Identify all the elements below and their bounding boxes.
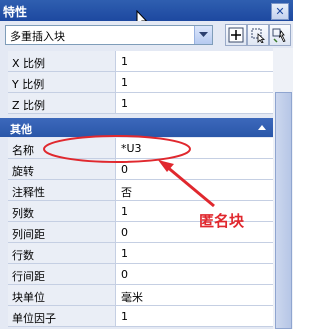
property-row-row-spacing[interactable]: 行间距 0 bbox=[8, 264, 273, 285]
property-row-y-scale[interactable]: Y 比例 1 bbox=[8, 72, 273, 93]
property-label: 列间距 bbox=[8, 222, 116, 243]
property-value[interactable]: *U3 bbox=[116, 138, 273, 159]
property-label: 注释性 bbox=[8, 180, 116, 201]
property-value[interactable]: 1 bbox=[116, 243, 273, 264]
property-label: 列数 bbox=[8, 201, 116, 222]
vertical-scrollbar[interactable] bbox=[273, 48, 293, 329]
property-row-z-scale[interactable]: Z 比例 1 bbox=[8, 93, 273, 114]
property-row-rows[interactable]: 行数 1 bbox=[8, 243, 273, 264]
property-value[interactable]: 1 bbox=[116, 72, 273, 93]
close-button[interactable]: ✕ bbox=[271, 3, 289, 20]
property-value[interactable]: 1 bbox=[116, 306, 273, 327]
property-row-unit-factor[interactable]: 单位因子 1 bbox=[8, 306, 273, 327]
property-value[interactable]: 1 bbox=[116, 93, 273, 114]
property-value[interactable]: 0 bbox=[116, 159, 273, 180]
quick-select-icon bbox=[272, 28, 286, 43]
property-value[interactable]: 0 bbox=[116, 264, 273, 285]
quick-select-button[interactable] bbox=[269, 24, 291, 46]
toggle-pickadd-icon bbox=[228, 27, 244, 43]
property-value[interactable]: 1 bbox=[116, 51, 273, 72]
select-objects-button[interactable] bbox=[247, 24, 269, 46]
property-label: 单位因子 bbox=[8, 306, 116, 327]
property-label: X 比例 bbox=[8, 51, 116, 72]
chevron-up-icon[interactable] bbox=[258, 125, 266, 130]
property-row-rotation[interactable]: 旋转 0 bbox=[8, 159, 273, 180]
properties-grid: X 比例 1 Y 比例 1 Z 比例 1 其他 名称 *U3 旋转 0 注释性 … bbox=[0, 48, 273, 329]
group-title: 其他 bbox=[10, 123, 32, 136]
property-value[interactable]: 1 bbox=[116, 201, 273, 222]
scrollbar-thumb[interactable] bbox=[275, 92, 292, 329]
object-type-value: 多重插入块 bbox=[10, 30, 65, 43]
property-label: Y 比例 bbox=[8, 72, 116, 93]
property-row-block-unit[interactable]: 块单位 毫米 bbox=[8, 285, 273, 306]
property-label: Z 比例 bbox=[8, 93, 116, 114]
property-row-x-scale[interactable]: X 比例 1 bbox=[8, 51, 273, 72]
property-value[interactable]: 否 bbox=[116, 180, 273, 201]
property-label: 旋转 bbox=[8, 159, 116, 180]
property-label: 名称 bbox=[8, 138, 116, 159]
properties-toolbar: 多重插入块 bbox=[0, 21, 293, 48]
chevron-down-icon bbox=[199, 32, 208, 37]
property-label: 行数 bbox=[8, 243, 116, 264]
property-label: 行间距 bbox=[8, 264, 116, 285]
select-objects-icon bbox=[251, 28, 266, 43]
group-header-misc[interactable]: 其他 bbox=[0, 118, 273, 137]
dropdown-arrow-button[interactable] bbox=[194, 26, 212, 44]
object-type-dropdown[interactable]: 多重插入块 bbox=[5, 25, 213, 45]
palette-title: 特性 bbox=[3, 5, 28, 19]
property-label: 块单位 bbox=[8, 285, 116, 306]
property-row-name[interactable]: 名称 *U3 bbox=[8, 138, 273, 159]
annotation-label: 匿名块 bbox=[199, 212, 245, 230]
property-value[interactable]: 毫米 bbox=[116, 285, 273, 306]
property-row-annotative[interactable]: 注释性 否 bbox=[8, 180, 273, 201]
toggle-pickadd-button[interactable] bbox=[225, 24, 247, 46]
close-icon: ✕ bbox=[275, 5, 285, 18]
property-value[interactable]: 0 bbox=[116, 222, 273, 243]
